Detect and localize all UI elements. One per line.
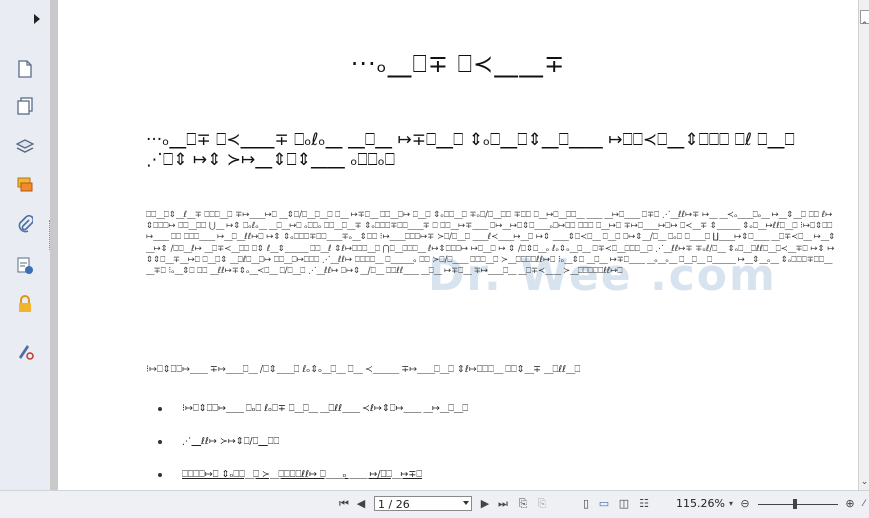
vertical-scrollbar[interactable]: ⌃ ⌄ [858, 0, 869, 490]
pdf-page: Dr. Wee .com ···ₒ⎽⎕∓ ⎕≺⎽⎽∓ ···ₒ⎽⎕∓ ⎕≺⎽⎽∓… [58, 0, 858, 490]
scroll-down-icon[interactable]: ⌄ [860, 478, 869, 487]
bullet-text: ⁝↦⎕⇕⎕⎕↦⎽⎽ ⎕ₒ⎕ ℓₒ⎕∓ ⎕⎽⎕⎽ ⎽⎕ℓℓ⎽⎽ ≺ℓ↦⇕⎕↦⎽⎽ … [182, 403, 469, 414]
bullet-item: ⁝↦⎕⇕⎕⎕↦⎽⎽ ⎕ₒ⎕ ℓₒ⎕∓ ⎕⎽⎕⎽ ⎽⎕ℓℓ⎽⎽ ≺ℓ↦⇕⎕↦⎽⎽ … [158, 403, 468, 414]
zoom-level[interactable]: 115.26% [676, 497, 725, 510]
page-number-text: 1 / 26 [378, 498, 410, 511]
bullet-dot-icon [158, 406, 162, 411]
continuous-facing-view-icon[interactable]: ☷ [637, 497, 651, 511]
zoom-out-icon[interactable]: ⊖ [738, 497, 752, 511]
bullet-dot-icon [158, 472, 162, 477]
zoom-in-icon[interactable]: ⊕ [843, 497, 857, 511]
bullet-link[interactable]: ⎕⎕⎕⎕↦⎕ ⇕ₒ⎕⎕⎽⎕ ≻⎽⎕⎕⎕⎕ℓℓ↦ ⎕⎽⎽ₒ ⎽⎽ ↦/⎕⎕⎽↦∓⎕ [182, 469, 422, 480]
document-viewport[interactable]: Dr. Wee .com ···ₒ⎽⎕∓ ⎕≺⎽⎽∓ ···ₒ⎽⎕∓ ⎕≺⎽⎽∓… [50, 0, 858, 490]
last-page-icon[interactable]: ⏭ [497, 497, 509, 511]
body-paragraph-2: ⁝↦⎕⇕⎕⎕↦⎽⎽ ∓↦⎽⎽⎕⎽ /⎕⇕⎽⎽⎕ ℓₒ⇕ₒ⎽⎕⎽ ⎕⎽ ≺⎽⎽⎽ … [146, 364, 581, 375]
continuous-view-icon[interactable]: ▭ [597, 497, 611, 511]
bullet-dot-icon [158, 439, 162, 444]
body-paragraph: ⎕⎕⎽⎕⇕⎽ℓ⎽∓ ⎕⎕⎕⎽⎕ ∓↦⎽⎽↦⎕ ⎽⇕⎕/⎕⎽⎕⎽⎕ ⎕⎽ ↦∓⎕⎽… [146, 210, 836, 277]
bullet-item: ⋰⎽ℓℓ↦ ≻↦⇕⎕/⎕⎽⎕⎕ [158, 436, 279, 447]
next-page-icon[interactable]: ▶ [480, 497, 490, 511]
layers-panel-button[interactable] [14, 135, 36, 157]
pen-tool-icon [19, 345, 34, 360]
lock-icon [19, 295, 31, 312]
first-page-icon[interactable]: ⏮ [338, 497, 350, 511]
attachments-panel-button[interactable] [14, 213, 36, 235]
layers-icon [15, 139, 35, 153]
zoom-slider-track[interactable] [758, 504, 838, 505]
next-view-icon[interactable]: ⎘ [535, 497, 549, 511]
pages-icon [17, 97, 33, 115]
previous-view-icon[interactable]: ⎘ [516, 497, 530, 511]
resize-grip-icon[interactable]: ⁄ [860, 497, 868, 511]
expand-panel-icon[interactable] [34, 14, 40, 24]
page-icon [18, 60, 32, 78]
bullet-text: ⋰⎽ℓℓ↦ ≻↦⇕⎕/⎕⎽⎕⎕ [182, 436, 280, 447]
document-subtitle: ···ₒ⎽⎕∓ ⎕≺⎽⎽∓ ⎕ₒℓₒ⎽ ⎽⎕⎽ ↦∓⎕⎽⎕ ⇕ₒ⎕⎽⎕⇕⎽⎕⎽⎽… [146, 130, 795, 170]
signatures-panel-button[interactable] [14, 255, 36, 277]
zoom-dropdown-icon[interactable]: ▾ [726, 497, 736, 511]
pages-panel-button[interactable] [14, 95, 36, 117]
security-panel-button[interactable] [14, 293, 36, 315]
page-thumbnails-button[interactable] [14, 58, 36, 80]
signature-icon [17, 257, 33, 274]
document-title: ···ₒ⎽⎕∓ ⎕≺⎽⎽∓ [350, 50, 566, 78]
left-navigation-panel [0, 0, 51, 517]
two-page-view-icon[interactable]: ◫ [617, 497, 631, 511]
tools-panel-button[interactable] [14, 340, 36, 362]
chevron-down-icon[interactable] [463, 501, 469, 505]
previous-page-icon[interactable]: ◀ [356, 497, 366, 511]
bottom-toolbar: ⏮ ◀ 1 / 26 ▶ ⏭ ⎘ ⎘ ▯ ▭ ◫ ☷ 115.26% ▾ ⊖ ⊕… [0, 490, 869, 518]
bullet-item[interactable]: ⎕⎕⎕⎕↦⎕ ⇕ₒ⎕⎕⎽⎕ ≻⎽⎕⎕⎕⎕ℓℓ↦ ⎕⎽⎽ₒ ⎽⎽ ↦/⎕⎕⎽↦∓⎕ [158, 469, 422, 480]
zoom-slider-handle[interactable] [793, 499, 797, 509]
comments-panel-button[interactable] [14, 174, 36, 196]
paperclip-icon [18, 215, 33, 233]
scroll-up-icon[interactable]: ⌃ [860, 22, 869, 31]
single-page-view-icon[interactable]: ▯ [580, 497, 592, 511]
page-number-input[interactable]: 1 / 26 [374, 496, 472, 511]
comment-icon [17, 177, 33, 192]
